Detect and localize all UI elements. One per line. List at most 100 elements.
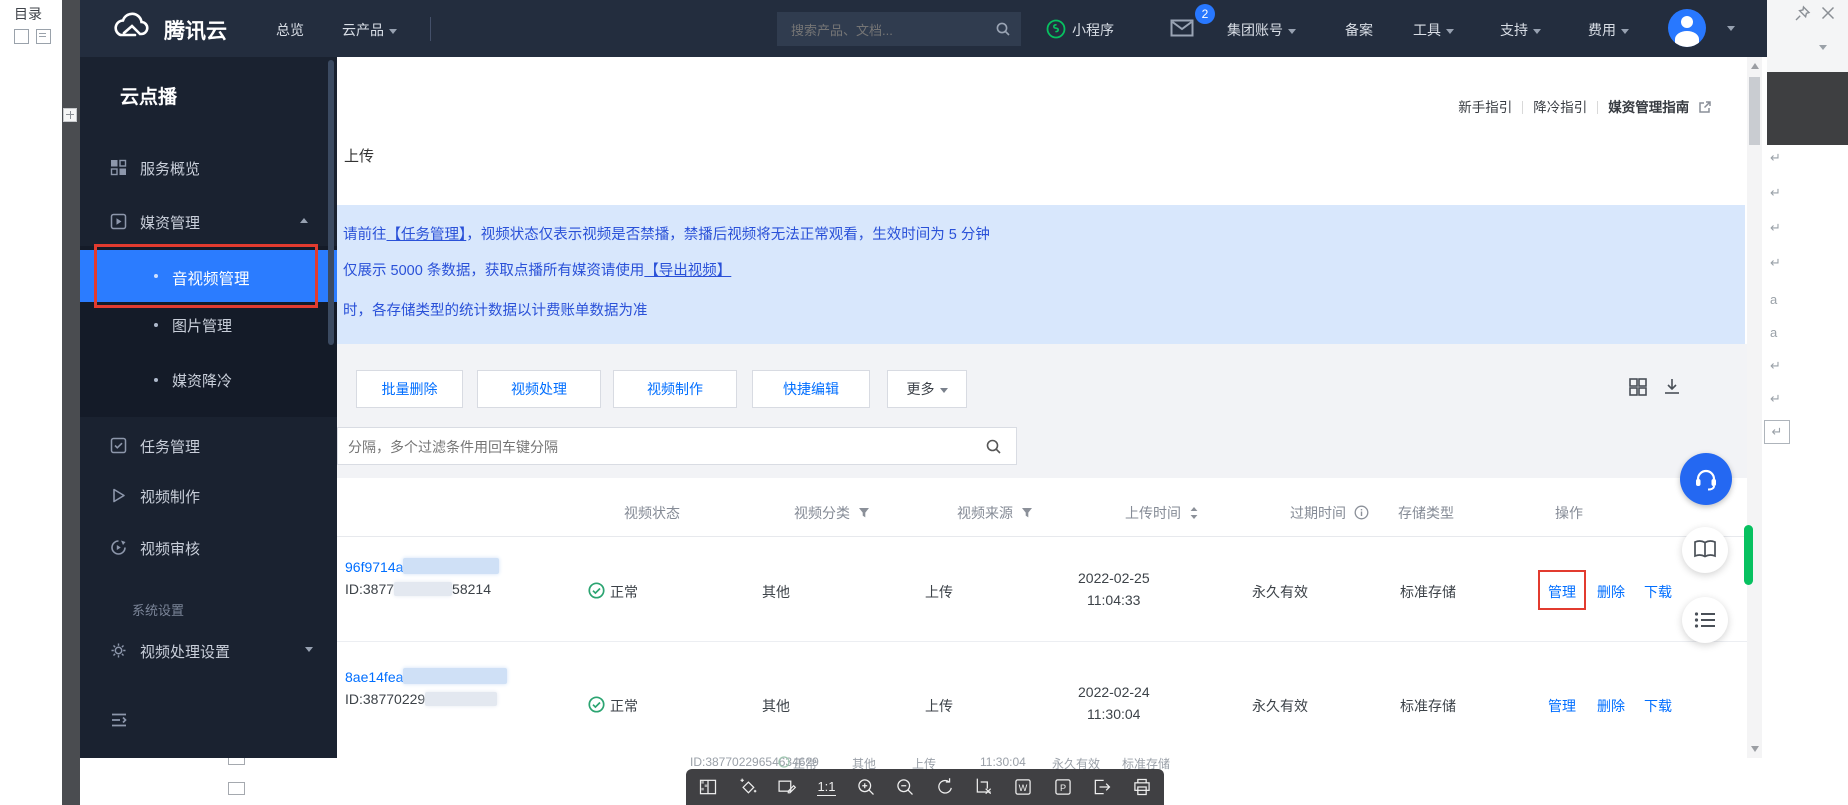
- manage-link[interactable]: 管理: [1548, 696, 1576, 716]
- col-upload-time: 上传时间: [1125, 503, 1199, 523]
- export-video-link[interactable]: 【导出视频】: [644, 263, 731, 279]
- filter-funnel-icon[interactable]: [1021, 507, 1033, 519]
- survey-button[interactable]: [1682, 597, 1728, 643]
- chevron-up-icon[interactable]: [300, 218, 308, 223]
- guide-link-beginner[interactable]: 新手指引: [1458, 100, 1512, 115]
- video-id: ID:38770229: [345, 691, 497, 707]
- nav-support[interactable]: 支持: [1500, 20, 1541, 40]
- actual-size-icon[interactable]: 1:1: [810, 779, 844, 796]
- col-category: 视频分类: [794, 503, 870, 523]
- page-scrollbar[interactable]: [1747, 57, 1762, 758]
- avatar[interactable]: [1668, 9, 1706, 47]
- to-word-icon[interactable]: W: [1006, 777, 1040, 797]
- table-row[interactable]: [337, 642, 1747, 758]
- nav-miniprogram[interactable]: 小程序: [1072, 20, 1114, 40]
- scrollbar-thumb[interactable]: [1749, 77, 1760, 145]
- upload-tab[interactable]: 上传: [344, 145, 374, 166]
- upload-time: 11:04:33: [1087, 592, 1140, 608]
- doc-outline-expand-icon[interactable]: [63, 108, 77, 122]
- batch-delete-button[interactable]: 批量删除: [356, 370, 463, 408]
- sidebar-item-service-overview[interactable]: 服务概览: [140, 158, 200, 179]
- docs-button[interactable]: [1682, 527, 1728, 573]
- quick-edit-button[interactable]: 快捷编辑: [752, 370, 870, 408]
- delete-link[interactable]: 删除: [1597, 696, 1625, 716]
- pin-icon[interactable]: [1794, 5, 1811, 22]
- panel-chevron-icon[interactable]: [1819, 45, 1827, 50]
- sidebar-item-video-production[interactable]: 视频制作: [140, 486, 200, 507]
- sidebar-item-media-cooling[interactable]: 媒资降冷: [172, 370, 232, 391]
- close-icon[interactable]: [1820, 5, 1836, 21]
- zoom-out-icon[interactable]: [888, 777, 922, 797]
- upload-date: 2022-02-24: [1078, 684, 1150, 700]
- download-link[interactable]: 下载: [1644, 696, 1672, 716]
- scroll-up-icon[interactable]: [1751, 63, 1759, 69]
- bullet-icon: [154, 378, 158, 382]
- nav-cloud-products[interactable]: 云产品: [342, 20, 397, 40]
- status-text: 正常: [610, 582, 638, 602]
- export-icon[interactable]: [1085, 777, 1119, 797]
- scroll-down-icon[interactable]: [1751, 746, 1759, 752]
- guide-link-media-guide[interactable]: 媒资管理指南: [1608, 100, 1689, 115]
- filter-search-icon[interactable]: [985, 438, 1002, 455]
- category-cell: 其他: [762, 696, 790, 716]
- sort-icon[interactable]: [1189, 506, 1199, 520]
- processing-settings-icon: [110, 642, 127, 659]
- delete-link[interactable]: 删除: [1597, 582, 1625, 602]
- col-actions: 操作: [1555, 503, 1583, 523]
- info-icon[interactable]: [1354, 505, 1369, 520]
- chevron-down-icon: [1533, 29, 1541, 34]
- avatar-chevron-icon[interactable]: [1727, 26, 1735, 31]
- screenshot-crop-icon[interactable]: [967, 777, 1001, 797]
- edit-image-icon[interactable]: [770, 777, 804, 797]
- source-cell: 上传: [925, 582, 953, 602]
- viewer-toolbar: 1:1 W P: [686, 769, 1164, 805]
- filter-funnel-icon[interactable]: [858, 507, 870, 519]
- magic-eraser-icon[interactable]: [731, 777, 765, 797]
- filter-input[interactable]: [346, 428, 970, 466]
- zoom-in-icon[interactable]: [849, 777, 883, 797]
- mail-badge[interactable]: 2: [1195, 4, 1215, 24]
- nav-billing[interactable]: 费用: [1588, 20, 1629, 40]
- chevron-down-icon[interactable]: [305, 647, 313, 652]
- to-pdf-icon[interactable]: P: [1046, 777, 1080, 797]
- sidebar-item-media-mgmt[interactable]: 媒资管理: [140, 212, 200, 233]
- sidebar-item-task-mgmt[interactable]: 任务管理: [140, 436, 200, 457]
- filter-box[interactable]: [337, 427, 1017, 465]
- card-view-icon[interactable]: [1628, 377, 1648, 397]
- transparency-icon[interactable]: [691, 777, 725, 797]
- nav-beian[interactable]: 备案: [1345, 20, 1373, 40]
- nav-group-account[interactable]: 集团账号: [1227, 20, 1296, 40]
- topbar-search[interactable]: [777, 12, 1021, 46]
- task-mgmt-link[interactable]: 【任务管理】: [387, 227, 467, 243]
- sidebar-item-video-audit[interactable]: 视频审核: [140, 538, 200, 559]
- tencent-cloud-logo-icon[interactable]: [111, 12, 151, 44]
- more-button[interactable]: 更多: [887, 370, 967, 408]
- sidebar-item-image-mgmt[interactable]: 图片管理: [172, 315, 232, 336]
- brand-name[interactable]: 腾讯云: [164, 15, 227, 45]
- chevron-down-icon: [1446, 29, 1454, 34]
- search-input[interactable]: [789, 12, 983, 48]
- download-list-icon[interactable]: [1662, 377, 1682, 397]
- navbar-divider: [430, 17, 431, 41]
- collapse-sidebar-icon[interactable]: [110, 712, 128, 728]
- sidebar-item-processing-settings[interactable]: 视频处理设置: [140, 641, 230, 662]
- mail-icon[interactable]: [1170, 18, 1194, 38]
- video-name-link[interactable]: 8ae14fea: [345, 668, 507, 685]
- guide-link-cooling[interactable]: 降冷指引: [1533, 100, 1587, 115]
- nav-tools[interactable]: 工具: [1413, 20, 1454, 40]
- rotate-icon[interactable]: [928, 777, 962, 797]
- chat-support-button[interactable]: [1680, 453, 1732, 505]
- video-name-link[interactable]: 96f9714a: [345, 558, 499, 575]
- sidebar-scrollbar[interactable]: [328, 60, 334, 345]
- doc-outline-icon[interactable]: [14, 29, 29, 44]
- video-process-button[interactable]: 视频处理: [477, 370, 601, 408]
- table-row[interactable]: [337, 537, 1747, 642]
- external-link-icon[interactable]: [1698, 100, 1712, 114]
- task-mgmt-icon: [110, 437, 127, 454]
- doc-outline-list-icon[interactable]: [36, 29, 51, 44]
- download-link[interactable]: 下载: [1644, 582, 1672, 602]
- print-icon[interactable]: [1125, 777, 1159, 797]
- video-produce-button[interactable]: 视频制作: [613, 370, 737, 408]
- nav-overview[interactable]: 总览: [276, 20, 304, 40]
- search-icon[interactable]: [995, 21, 1011, 37]
